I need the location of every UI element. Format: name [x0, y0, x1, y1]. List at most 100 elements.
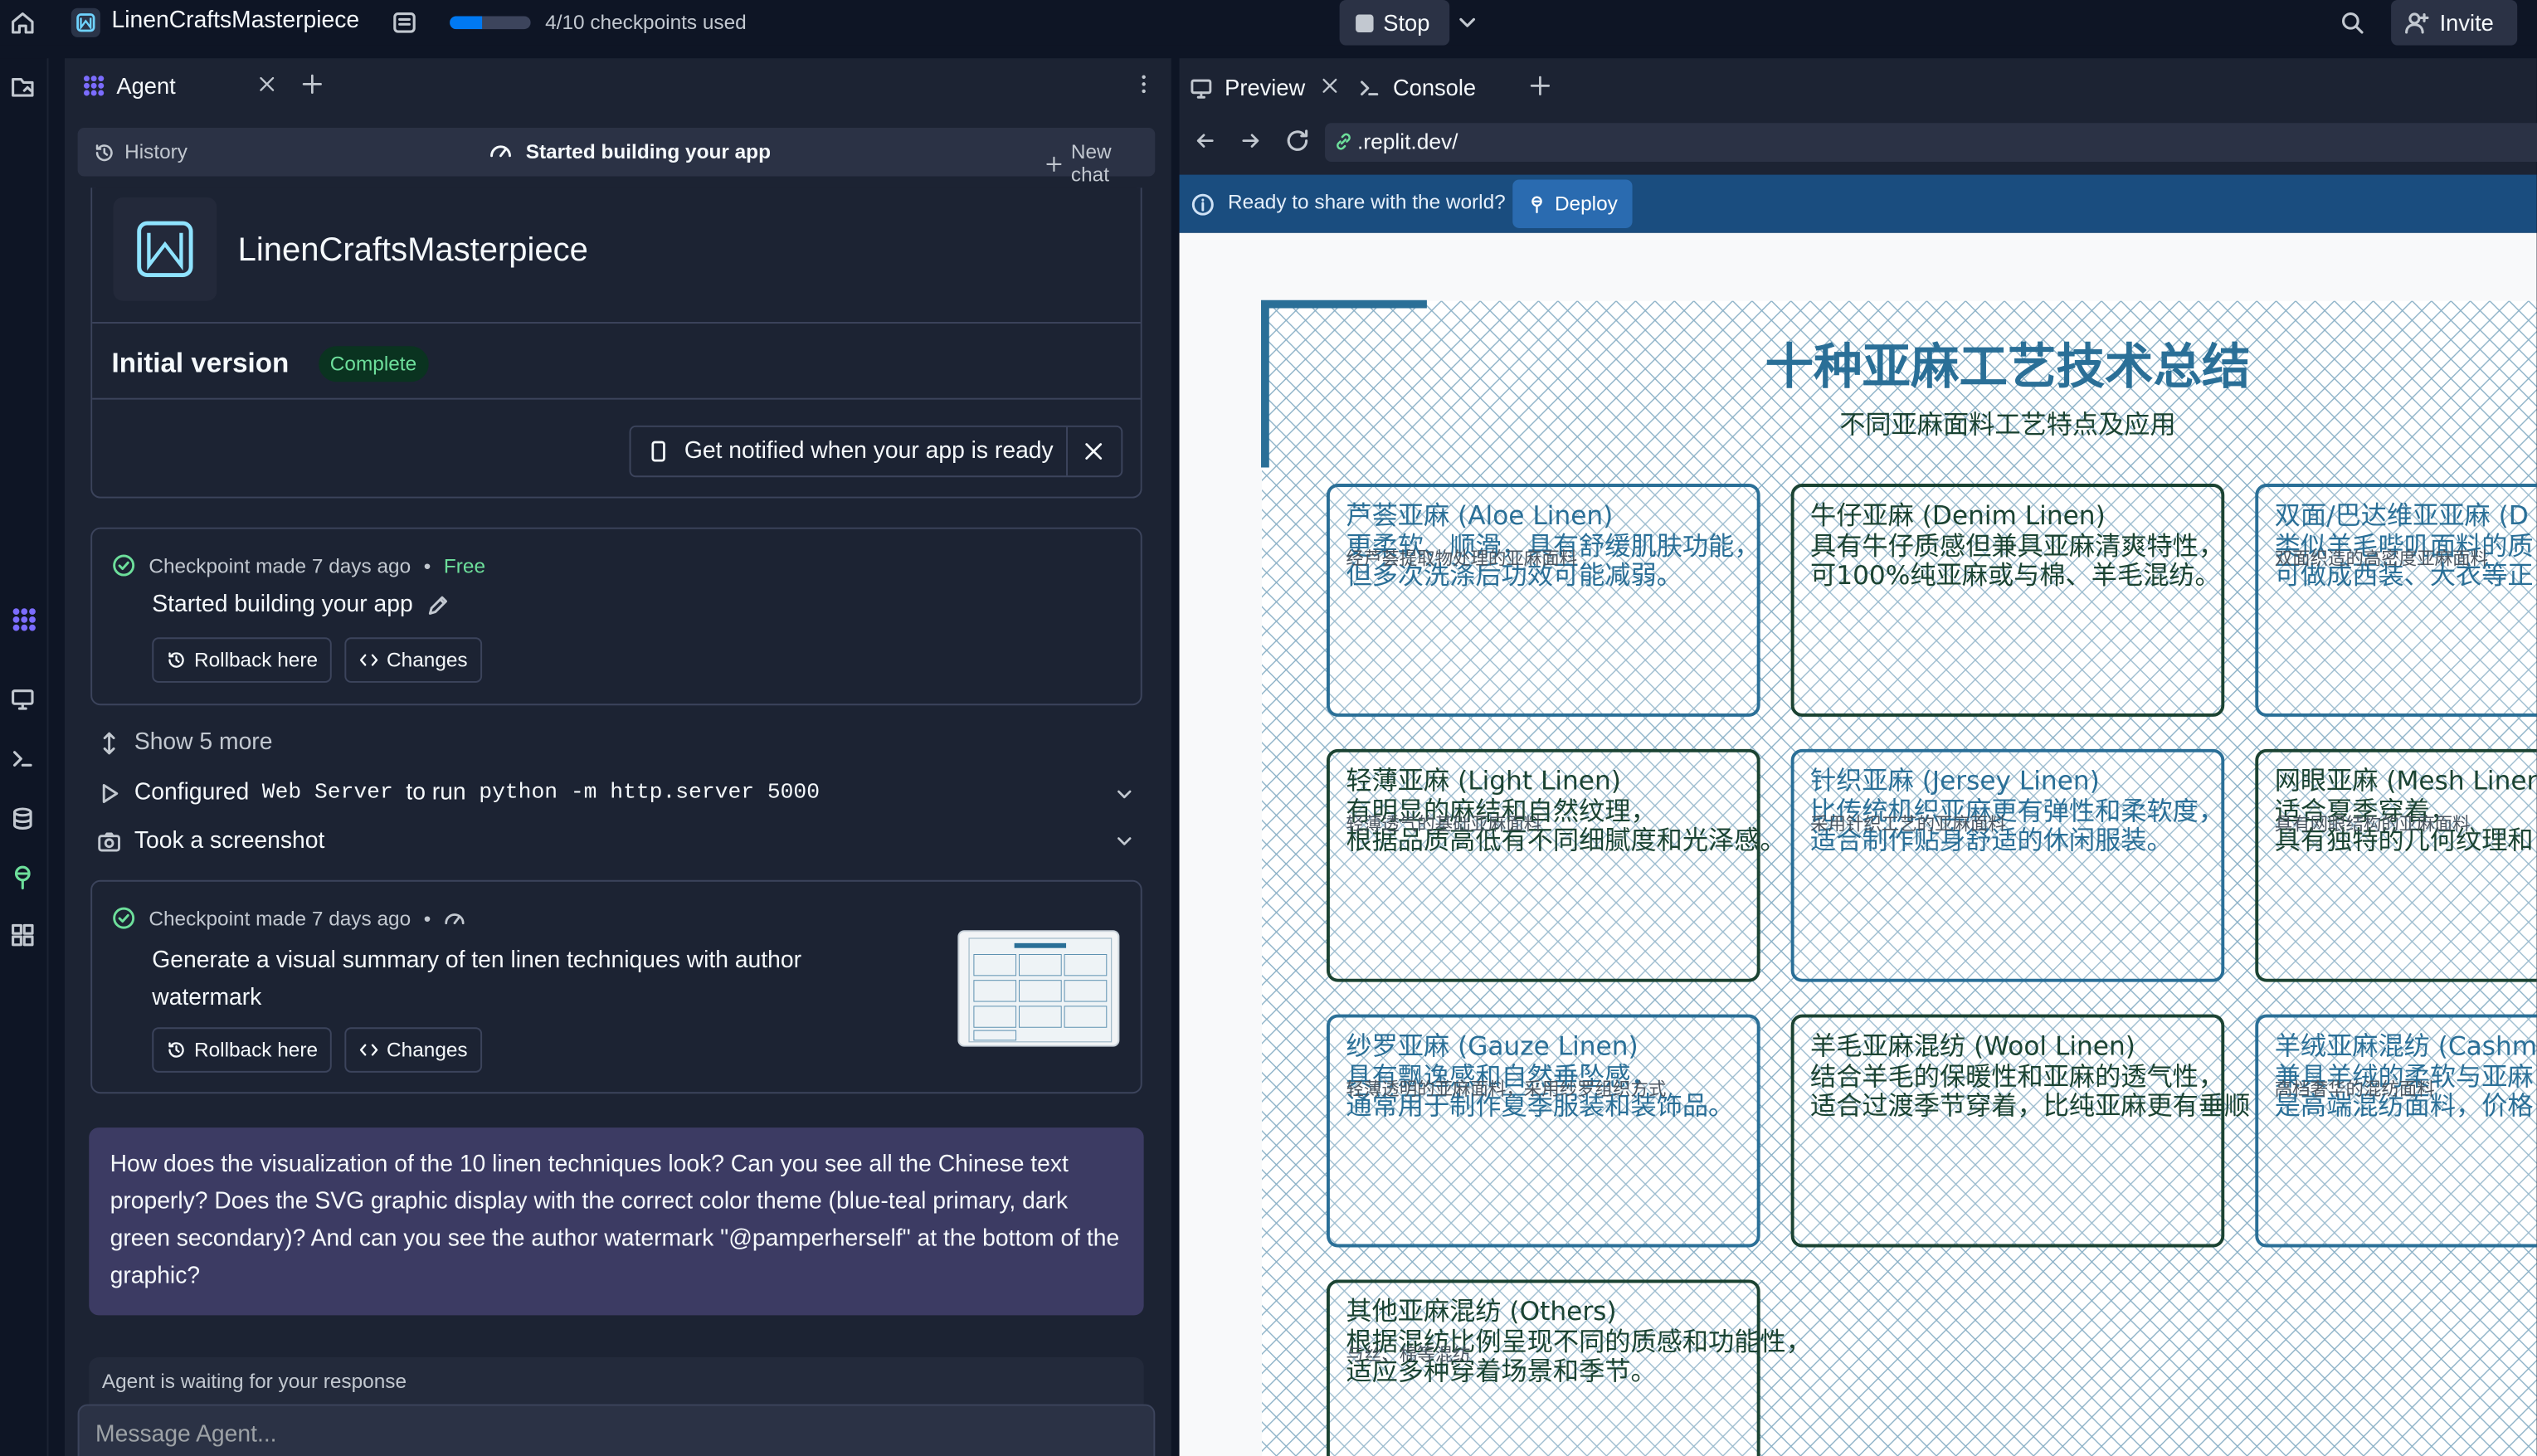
graphic-title: 十种亚麻工艺技术总结	[1765, 338, 2250, 395]
app-icon	[71, 7, 100, 37]
chat-status: Started building your app	[489, 139, 771, 163]
stop-icon	[1356, 13, 1374, 32]
technique-title: 双面/巴达维亚亚麻 (D	[2275, 501, 2529, 531]
deploy-button[interactable]: Deploy	[1512, 179, 1633, 228]
history-icon	[167, 1040, 186, 1059]
app-title: LinenCraftsMasterpiece	[237, 231, 588, 269]
rollback-label: Rollback here	[194, 1038, 319, 1062]
technique-card: 芦荟亚麻 (Aloe Linen)更柔软、顺滑，具有舒缓肌肤功能，但多次洗涤后功…	[1327, 484, 1760, 717]
home-icon[interactable]	[10, 10, 36, 36]
database-icon[interactable]	[10, 806, 39, 835]
close-icon[interactable]	[257, 75, 276, 94]
technique-title: 牛仔亚麻 (Denim Linen)	[1810, 501, 2106, 531]
technique-card: 羊绒亚麻混纺 (Cashm兼具羊绒的柔软与亚麻是高端混纺面料，价格高档奢华的混纺…	[2255, 1014, 2537, 1248]
checkpoint-title: Generate a visual summary of ten linen t…	[152, 947, 802, 1011]
search-icon[interactable]	[2340, 10, 2365, 36]
checkpoint-title-text: Started building your app	[152, 592, 413, 618]
tab-agent[interactable]: Agent	[71, 65, 186, 107]
divider	[92, 322, 1141, 324]
preview-panel: Preview Console .replit.dev/ Ready to sh…	[1179, 58, 2537, 1456]
user-message: How does the visualization of the 10 lin…	[89, 1127, 1144, 1316]
configured-row[interactable]: Configured Web Server to run python -m h…	[97, 780, 820, 806]
forward-arrow-icon[interactable]	[1239, 129, 1262, 152]
show-more-button[interactable]: Show 5 more	[97, 729, 272, 756]
tab-preview[interactable]: Preview	[1189, 68, 1305, 107]
checkpoint-progress-fill	[450, 16, 483, 30]
chevron-down-icon[interactable]	[1113, 830, 1136, 852]
agent-icon[interactable]	[10, 605, 39, 634]
technique-title: 芦荟亚麻 (Aloe Linen)	[1346, 501, 1613, 531]
rollback-label: Rollback here	[194, 648, 319, 672]
deployments-icon[interactable]	[10, 864, 39, 893]
new-chat-button[interactable]: New chat	[1045, 141, 1156, 186]
technique-card: 双面/巴达维亚亚麻 (D类似羊毛哔叽面料的质可做成西装、大衣等正双面织造的高密度…	[2255, 484, 2537, 717]
divider	[92, 397, 1141, 400]
changes-button[interactable]: Changes	[344, 1027, 483, 1073]
url-bar: .replit.dev/	[1180, 119, 2537, 165]
rollback-button[interactable]: Rollback here	[152, 1027, 333, 1073]
screenshot-thumbnail[interactable]	[957, 930, 1120, 1047]
separator-dot: •	[423, 906, 431, 930]
message-input-box	[77, 1404, 1156, 1456]
checkpoint-list-icon[interactable]	[392, 10, 417, 36]
top-bar: LinenCraftsMasterpiece 4/10 checkpoints …	[0, 0, 2537, 46]
checkpoint-usage-text: 4/10 checkpoints used	[545, 11, 747, 34]
technique-overlay-text: 经芦荟提取物处理的亚麻面料	[1346, 549, 1577, 570]
stop-label: Stop	[1383, 9, 1430, 36]
back-arrow-icon[interactable]	[1194, 129, 1216, 152]
add-tab-icon[interactable]	[1529, 75, 1551, 97]
history-icon	[167, 650, 186, 670]
stop-button[interactable]: Stop	[1339, 0, 1450, 46]
console-icon[interactable]	[10, 746, 39, 775]
configured-prefix: Configured	[134, 779, 250, 806]
url-field[interactable]: .replit.dev/	[1325, 123, 2537, 162]
tab-console-label: Console	[1392, 74, 1477, 100]
deploy-banner: Ready to share with the world? Deploy	[1179, 174, 2537, 233]
tab-preview-label: Preview	[1225, 74, 1306, 100]
app-name[interactable]: LinenCraftsMasterpiece	[112, 8, 360, 34]
app-preview: 十种亚麻工艺技术总结 不同亚麻面料工艺特点及应用 芦荟亚麻 (Aloe Line…	[1179, 232, 2537, 1456]
console-icon	[1357, 75, 1381, 100]
rollback-button[interactable]: Rollback here	[152, 637, 333, 683]
chevron-down-icon[interactable]	[1454, 10, 1480, 36]
file-tree-icon[interactable]	[10, 75, 39, 104]
screenshot-row[interactable]: Took a screenshot	[97, 828, 324, 855]
apps-grid-icon[interactable]	[10, 923, 39, 952]
play-icon	[97, 781, 121, 805]
agent-panel: Agent History Started building your app …	[65, 58, 1171, 1456]
technique-desc-line: 具有牛仔质感但兼具亚麻清爽特性，	[1810, 532, 2224, 562]
technique-title: 针织亚麻 (Jersey Linen)	[1810, 767, 2100, 796]
tab-agent-label: Agent	[116, 72, 176, 99]
check-circle-icon	[112, 553, 136, 577]
checkpoint-price: Free	[443, 553, 486, 577]
add-tab-icon[interactable]	[301, 73, 324, 95]
technique-card: 羊毛亚麻混纺 (Wool Linen)结合羊毛的保暖性和亚麻的透气性，适合过渡季…	[1790, 1014, 2250, 1248]
graphic-subtitle: 不同亚麻面料工艺特点及应用	[1839, 411, 2175, 441]
checkpoint-time: Checkpoint made 7 days ago	[149, 906, 411, 930]
invite-button[interactable]: Invite	[2391, 0, 2518, 46]
reload-icon[interactable]	[1284, 128, 1310, 153]
technique-title: 纱罗亚麻 (Gauze Linen)	[1346, 1031, 1638, 1061]
technique-title: 羊毛亚麻混纺 (Wool Linen)	[1810, 1031, 2135, 1061]
notify-button[interactable]: Get notified when your app is ready	[684, 438, 1054, 464]
message-input[interactable]	[95, 1422, 1132, 1449]
history-icon	[94, 142, 114, 163]
checkpoint-meta: Checkpoint made 7 days ago •	[112, 906, 467, 930]
history-button[interactable]: History	[94, 141, 187, 163]
technique-card: 轻薄亚麻 (Light Linen)有明显的麻结和自然纹理，根据品质高低有不同细…	[1327, 748, 1786, 982]
preview-icon[interactable]	[10, 686, 39, 715]
close-icon[interactable]	[1083, 440, 1105, 462]
tab-console[interactable]: Console	[1357, 68, 1476, 107]
technique-card: 其他亚麻混纺 (Others)根据混纺比例呈现不同的质感和功能性，适应多种穿着场…	[1327, 1279, 1812, 1456]
changes-button[interactable]: Changes	[344, 637, 483, 683]
technique-card: 针织亚麻 (Jersey Linen)比传统机织亚麻更有弹性和柔软度，适合制作贴…	[1790, 748, 2225, 982]
checkpoint-progress-bar	[450, 16, 531, 30]
deploy-icon	[1527, 194, 1546, 214]
camera-icon	[97, 829, 121, 853]
expand-icon	[97, 730, 121, 754]
technique-desc-line: 适合过渡季节穿着，比纯亚麻更有垂顺	[1810, 1092, 2250, 1122]
close-icon[interactable]	[1320, 76, 1339, 95]
pencil-icon[interactable]	[426, 593, 450, 617]
more-options-icon[interactable]	[1132, 73, 1155, 95]
chevron-down-icon[interactable]	[1113, 783, 1136, 806]
